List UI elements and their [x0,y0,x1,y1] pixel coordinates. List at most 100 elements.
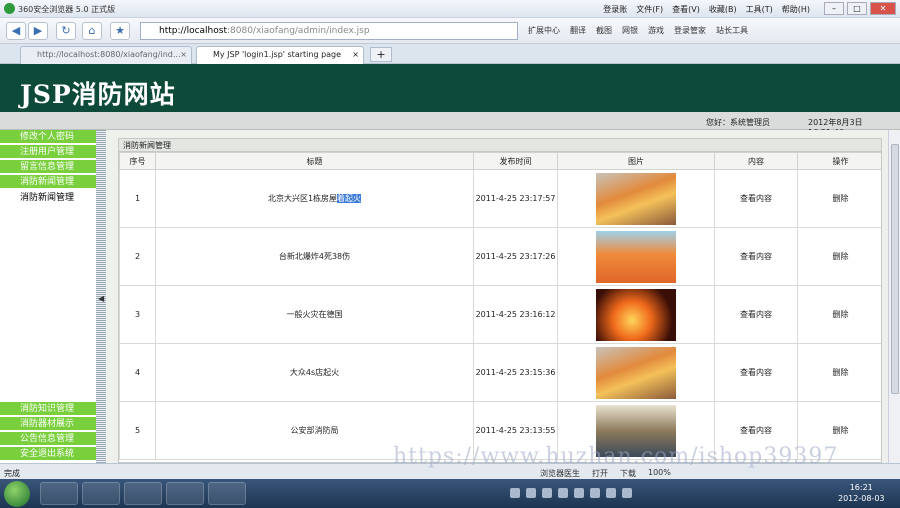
row-number: 4 [119,343,156,402]
close-window-button[interactable]: ✕ [870,2,896,15]
tool-extension-center[interactable]: 扩展中心 [528,25,560,36]
row-image-cell [557,227,715,286]
tab-strip: http://localhost:8080/xiaofang/ind... × M… [0,44,900,64]
table-row: 3 一般火灾在德国 2011-4-25 23:16:12 查看内容 删除 [119,285,881,344]
col-header-image: 图片 [557,152,715,170]
tray-icon[interactable] [622,488,632,498]
user-bar: 您好：系统管理员 2012年8月3日 16:21:46 [0,112,900,137]
menu-login[interactable]: 登录账 [603,4,627,15]
tool-login-manager[interactable]: 登录管家 [674,25,706,36]
sidebar-item-messages[interactable]: 留言信息管理 [0,160,97,174]
taskbar-clock[interactable]: 16:21 2012-08-03 [838,482,885,504]
tab-login-page[interactable]: My JSP 'login1.jsp' starting page × [196,46,364,64]
tool-webmaster[interactable]: 站长工具 [716,25,748,36]
tray-icon[interactable] [542,488,552,498]
sidebar-item-news[interactable]: 消防新闻管理 [0,175,97,189]
row-title: 大众4s店起火 [155,343,474,402]
user-greeting: 您好：系统管理员 [706,118,770,127]
menu-favorites[interactable]: 收藏(B) [709,4,737,15]
col-header-time: 发布时间 [473,152,558,170]
tab-admin-index[interactable]: http://localhost:8080/xiaofang/ind... × [20,46,192,64]
row-time: 2011-4-25 23:17:57 [473,169,558,228]
page-scrollbar[interactable] [888,130,900,463]
sidebar-item-knowledge[interactable]: 消防知识管理 [0,402,97,416]
row-number: 5 [119,401,156,460]
close-tab-icon[interactable]: × [180,47,187,63]
new-tab-button[interactable]: + [370,47,392,62]
row-title: 台新北爆炸4死38伤 [155,227,474,286]
tray-icon[interactable] [510,488,520,498]
status-zoom[interactable]: 100% [648,468,671,479]
status-browser-doctor[interactable]: 浏览器医生 [540,468,580,479]
delete-link[interactable]: 删除 [797,169,881,228]
menu-help[interactable]: 帮助(H) [782,4,810,15]
news-thumbnail [596,288,676,341]
watermark: https://www.huzhan.com/ishop39397 [393,444,839,469]
minimize-button[interactable]: – [824,2,844,15]
taskbar-app-folder-icon[interactable] [166,482,204,505]
news-thumbnail [596,346,676,399]
tray-icon[interactable] [526,488,536,498]
tool-games[interactable]: 游戏 [648,25,664,36]
delete-link[interactable]: 删除 [797,227,881,286]
forward-icon[interactable]: ▶ [28,22,48,40]
frame-splitter[interactable]: ◀ [96,130,106,463]
row-title: 北京大兴区1栋房屋着起火 [155,169,474,228]
menu-view[interactable]: 查看(V) [672,4,700,15]
status-open[interactable]: 打开 [592,468,608,479]
view-content-link[interactable]: 查看内容 [714,227,798,286]
status-text: 完成 [4,469,20,478]
address-bar[interactable]: http://localhost:8080/xiaofang/admin/ind… [140,22,518,40]
close-tab-icon[interactable]: × [352,47,359,63]
favorite-star-icon[interactable]: ★ [110,22,130,40]
tray-icon[interactable] [558,488,568,498]
toolbar-extensions: 扩展中心 翻译 截图 网银 游戏 登录管家 站长工具 [528,25,748,36]
taskbar-app-eclipse-icon[interactable] [208,482,246,505]
sidebar-item-change-password[interactable]: 修改个人密码 [0,130,97,144]
refresh-icon[interactable]: ↻ [56,22,76,40]
taskbar-app-music-icon[interactable] [124,482,162,505]
collapse-arrow-icon[interactable]: ◀ [98,294,104,303]
admin-sidebar: 修改个人密码 注册用户管理 留言信息管理 消防新闻管理 消防新闻管理 消防知识管… [0,130,98,463]
news-table: 序号 标题 发布时间 图片 内容 操作 1 北京大兴区1栋房屋着起火 2011-4-… [119,152,881,460]
taskbar-app-360-icon[interactable] [40,482,78,505]
row-time: 2011-4-25 23:17:26 [473,227,558,286]
delete-link[interactable]: 删除 [797,285,881,344]
sidebar-item-user-management[interactable]: 注册用户管理 [0,145,97,159]
site-title: JSP消防网站 [20,80,176,109]
menu-tools[interactable]: 工具(T) [746,4,773,15]
tray-icon[interactable] [590,488,600,498]
home-icon[interactable]: ⌂ [82,22,102,40]
view-content-link[interactable]: 查看内容 [714,285,798,344]
table-row: 2 台新北爆炸4死38伤 2011-4-25 23:17:26 查看内容 删除 [119,227,881,286]
news-thumbnail [596,230,676,283]
sidebar-item-logout[interactable]: 安全退出系统 [0,447,97,461]
tool-translate[interactable]: 翻译 [570,25,586,36]
back-icon[interactable]: ◀ [6,22,26,40]
sidebar-item-announcements[interactable]: 公告信息管理 [0,432,97,446]
tool-screenshot[interactable]: 截图 [596,25,612,36]
tray-icon[interactable] [574,488,584,498]
main-content: 消防新闻管理 序号 标题 发布时间 图片 内容 操作 1 北京大兴区1栋房屋着起火… [106,130,888,463]
row-number: 3 [119,285,156,344]
tray-icon[interactable] [606,488,616,498]
maximize-button[interactable]: □ [847,2,867,15]
menu-file[interactable]: 文件(F) [636,4,663,15]
news-thumbnail [596,172,676,225]
status-download[interactable]: 下载 [620,468,636,479]
row-number: 2 [119,227,156,286]
scrollbar-thumb[interactable] [891,144,899,394]
delete-link[interactable]: 删除 [797,343,881,402]
view-content-link[interactable]: 查看内容 [714,169,798,228]
view-content-link[interactable]: 查看内容 [714,343,798,402]
sidebar-item-news-active[interactable]: 消防新闻管理 [0,191,97,205]
row-number: 1 [119,169,156,228]
tool-banking[interactable]: 网银 [622,25,638,36]
browser-title: 360安全浏览器 5.0 正式版 [18,5,116,14]
sidebar-item-equipment[interactable]: 消防器材展示 [0,417,97,431]
col-header-no: 序号 [119,152,156,170]
col-header-title: 标题 [155,152,474,170]
taskbar-app-ie-icon[interactable] [82,482,120,505]
start-button[interactable] [4,481,30,507]
row-image-cell [557,343,715,402]
